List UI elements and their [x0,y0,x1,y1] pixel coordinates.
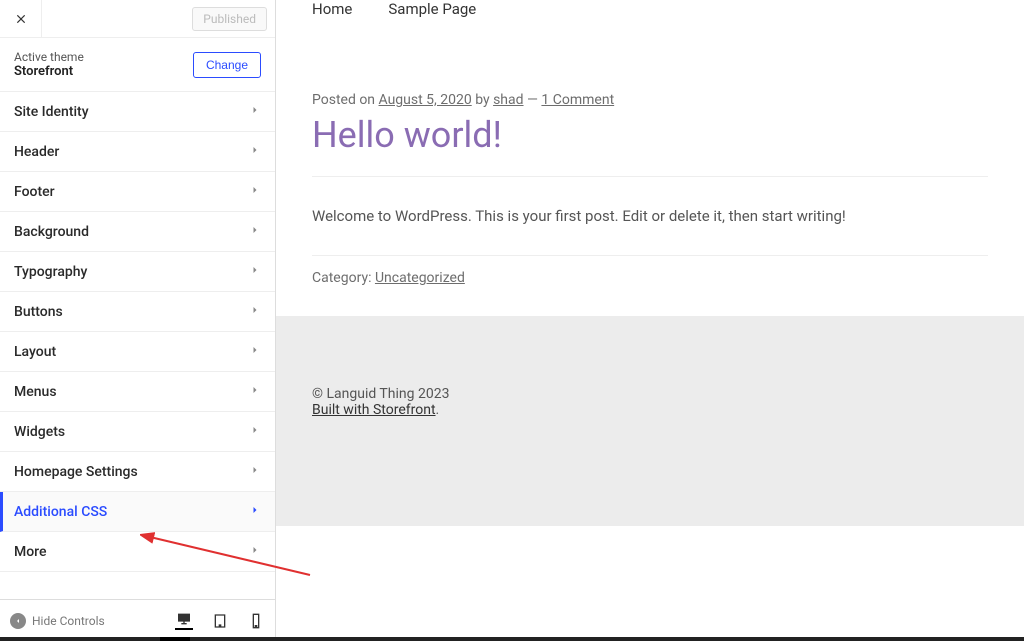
menu-item-label: Typography [14,264,87,280]
preview-pane: Home Sample Page Posted on August 5, 202… [276,0,1024,641]
menu-list: Site Identity Header Footer Background Typog… [0,92,275,599]
published-badge: Published [192,7,267,31]
tablet-icon [212,613,228,629]
menu-item-label: Additional CSS [14,504,107,520]
chevron-right-icon [249,104,261,120]
device-tablet-button[interactable] [211,612,229,630]
by-label: by [472,92,493,108]
footer-builtwith-row: Built with Storefront. [312,402,988,418]
menu-item-buttons[interactable]: Buttons [0,292,275,332]
chevron-right-icon [249,384,261,400]
chevron-right-icon [249,184,261,200]
menu-item-label: Site Identity [14,104,89,120]
menu-item-label: Header [14,144,59,160]
active-theme-row: Active theme Storefront Change [0,38,275,92]
active-theme-label: Active theme [14,50,84,64]
menu-item-label: More [14,544,47,560]
site-nav: Home Sample Page [276,0,1024,32]
menu-item-label: Widgets [14,424,65,440]
nav-link-home[interactable]: Home [312,0,352,18]
customizer-sidebar: Published Active theme Storefront Change… [0,0,276,641]
desktop-icon [176,611,192,627]
menu-item-widgets[interactable]: Widgets [0,412,275,452]
collapse-icon [10,613,26,629]
post-content: Posted on August 5, 2020 by shad — 1 Com… [276,32,1024,316]
menu-item-layout[interactable]: Layout [0,332,275,372]
menu-item-label: Homepage Settings [14,464,138,480]
post-date-link[interactable]: August 5, 2020 [379,92,472,108]
menu-item-header[interactable]: Header [0,132,275,172]
menu-item-background[interactable]: Background [0,212,275,252]
hide-controls-button[interactable]: Hide Controls [10,613,105,629]
chevron-right-icon [249,264,261,280]
theme-labels: Active theme Storefront [14,50,84,79]
device-switcher [175,612,265,630]
chevron-right-icon [249,304,261,320]
chevron-right-icon [249,504,261,520]
sidebar-footer: Hide Controls [0,599,275,641]
menu-item-more[interactable]: More [0,532,275,572]
change-theme-button[interactable]: Change [193,52,261,78]
menu-item-label: Layout [14,344,56,360]
chevron-right-icon [249,144,261,160]
menu-item-homepage-settings[interactable]: Homepage Settings [0,452,275,492]
meta-dash: — [524,92,542,108]
menu-item-footer[interactable]: Footer [0,172,275,212]
footer-copyright: © Languid Thing 2023 [312,386,988,402]
divider [312,255,988,256]
menu-item-additional-css[interactable]: Additional CSS [0,492,275,532]
post-author-link[interactable]: shad [493,92,523,108]
site-footer: © Languid Thing 2023 Built with Storefro… [276,316,1024,526]
post-category: Category: Uncategorized [312,270,988,286]
divider [312,176,988,177]
sidebar-top-bar: Published [0,0,275,38]
menu-item-label: Menus [14,384,57,400]
menu-item-site-identity[interactable]: Site Identity [0,92,275,132]
post-comments-link[interactable]: 1 Comment [541,92,614,108]
device-desktop-button[interactable] [175,612,193,630]
menu-item-label: Buttons [14,304,63,320]
mobile-icon [248,613,264,629]
menu-item-menus[interactable]: Menus [0,372,275,412]
chevron-right-icon [249,344,261,360]
post-body: Welcome to WordPress. This is your first… [312,207,988,225]
category-link[interactable]: Uncategorized [375,270,465,286]
nav-link-sample[interactable]: Sample Page [388,0,476,18]
close-button[interactable] [0,0,42,38]
menu-item-label: Footer [14,184,55,200]
close-icon [14,12,28,26]
chevron-right-icon [249,224,261,240]
device-mobile-button[interactable] [247,612,265,630]
bottom-bar [0,637,1024,641]
chevron-right-icon [249,464,261,480]
hide-controls-label: Hide Controls [32,614,105,628]
footer-dot: . [436,402,440,418]
menu-item-typography[interactable]: Typography [0,252,275,292]
menu-item-label: Background [14,224,89,240]
post-meta: Posted on August 5, 2020 by shad — 1 Com… [312,92,988,108]
footer-builtwith-link[interactable]: Built with Storefront [312,402,436,418]
category-label: Category: [312,270,375,286]
chevron-right-icon [249,544,261,560]
post-title[interactable]: Hello world! [312,114,988,156]
theme-name: Storefront [14,64,84,79]
posted-on-label: Posted on [312,92,379,108]
chevron-right-icon [249,424,261,440]
